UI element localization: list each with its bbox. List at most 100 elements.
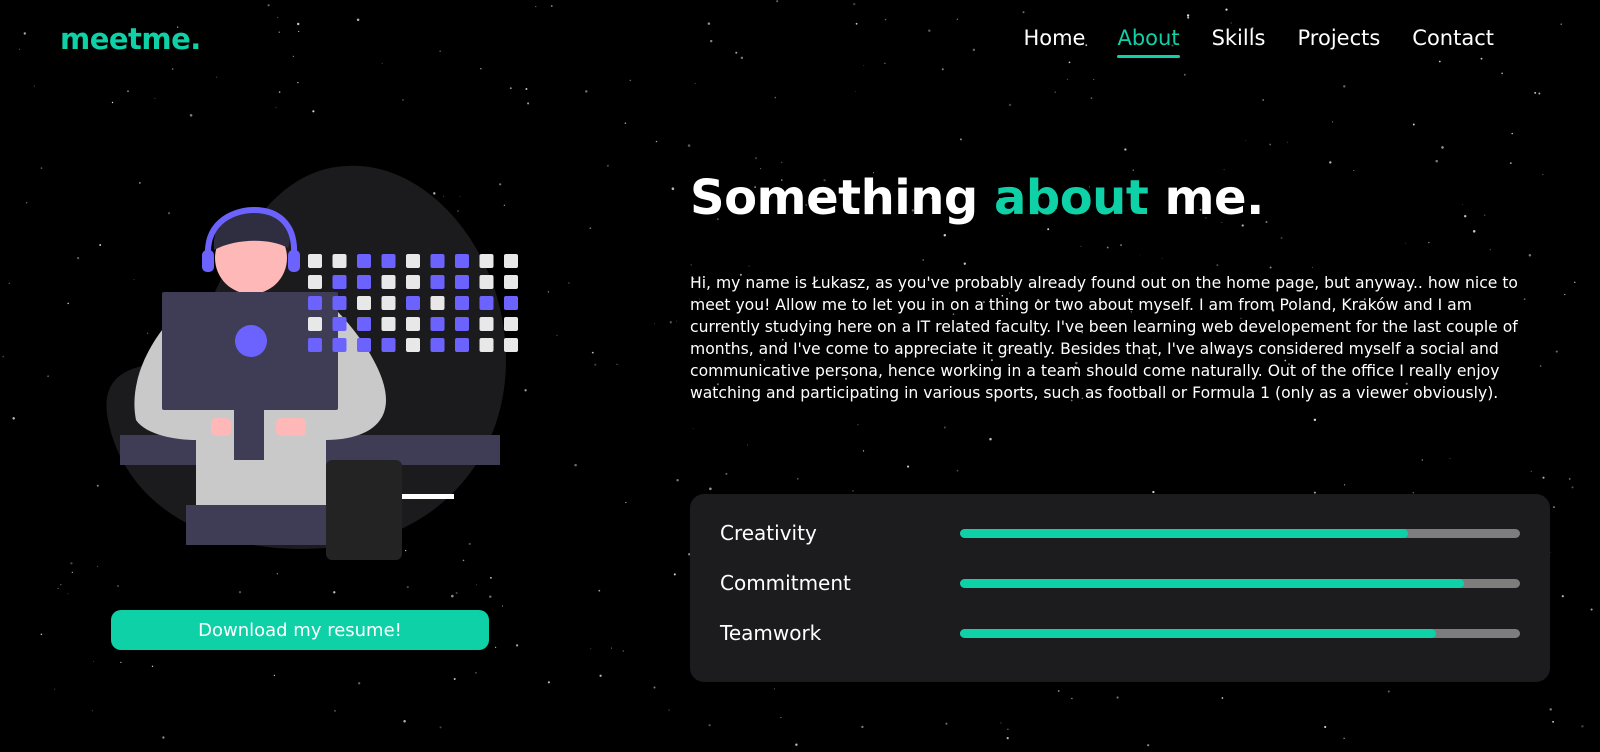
skill-row-creativity: Creativity: [720, 518, 1520, 548]
star: [1568, 478, 1571, 480]
nav-projects[interactable]: Projects: [1298, 26, 1381, 58]
star: [1116, 696, 1119, 699]
star: [594, 363, 597, 366]
pixel-square: [308, 254, 322, 268]
pixel-square: [332, 338, 347, 352]
left-hand: [211, 418, 231, 436]
star: [334, 709, 336, 712]
star: [403, 719, 406, 723]
star: [945, 722, 948, 725]
star: [67, 593, 69, 595]
star: [120, 661, 122, 664]
skill-row-commitment: Commitment: [720, 568, 1520, 598]
pixel-square: [406, 338, 420, 352]
star: [60, 584, 62, 586]
star: [525, 87, 528, 91]
pixel-square: [504, 317, 518, 331]
star: [1343, 484, 1346, 486]
star: [671, 187, 675, 190]
bio-paragraph: Hi, my name is Łukasz, as you've probabl…: [690, 274, 1518, 402]
star: [624, 122, 627, 124]
site-logo[interactable]: meetme.: [60, 22, 201, 56]
star: [1538, 92, 1541, 95]
nav-about[interactable]: About: [1117, 26, 1180, 58]
pixel-square: [357, 296, 371, 310]
star: [884, 62, 886, 65]
star: [1463, 214, 1467, 218]
star: [277, 17, 279, 18]
star: [1511, 132, 1513, 135]
star: [1007, 728, 1009, 730]
pixel-square: [308, 338, 322, 352]
star: [273, 674, 276, 677]
star: [1489, 249, 1491, 251]
star: [616, 363, 618, 365]
pixel-square: [430, 254, 445, 268]
star: [963, 262, 966, 265]
pixel-square: [455, 317, 469, 331]
star: [852, 490, 854, 492]
star: [1472, 230, 1476, 233]
pixel-square: [504, 338, 518, 352]
star: [692, 428, 694, 429]
star: [381, 62, 383, 64]
star: [928, 29, 931, 32]
pixel-square: [332, 296, 347, 310]
star: [740, 56, 744, 60]
star: [725, 472, 728, 475]
star: [1343, 85, 1346, 88]
star: [47, 375, 49, 377]
star: [776, 0, 779, 3]
star: [451, 594, 454, 598]
star: [959, 138, 962, 141]
skill-bar-track: [960, 629, 1520, 638]
right-hand: [276, 418, 306, 436]
main-nav: Home About Skills Projects Contact: [1023, 26, 1494, 58]
star: [509, 87, 512, 90]
star: [489, 576, 492, 579]
star: [622, 650, 624, 652]
star: [1147, 744, 1150, 747]
star: [862, 450, 865, 452]
star: [687, 144, 691, 147]
nav-skills[interactable]: Skills: [1212, 26, 1266, 58]
star: [853, 2, 856, 6]
star: [278, 91, 281, 93]
star: [1421, 459, 1423, 461]
star: [1561, 595, 1564, 598]
pixel-square: [381, 296, 396, 310]
star: [1006, 736, 1009, 740]
pixel-square: [430, 317, 445, 331]
star: [439, 50, 441, 52]
star: [40, 633, 43, 636]
pixel-square: [381, 275, 396, 289]
star: [676, 479, 679, 482]
star: [275, 107, 277, 109]
pixel-square: [357, 317, 371, 331]
nav-contact[interactable]: Contact: [1412, 26, 1494, 58]
star: [1438, 60, 1441, 63]
skills-card: Creativity Commitment Teamwork: [690, 494, 1550, 682]
star: [1441, 146, 1444, 149]
desk-edge: [396, 494, 454, 499]
pixel-square: [455, 275, 469, 289]
title-pre: Something: [690, 170, 994, 226]
star: [568, 282, 570, 284]
star: [1574, 281, 1576, 283]
pixel-square: [357, 254, 371, 268]
pixel-square: [308, 275, 322, 289]
skill-bar-track: [960, 579, 1520, 588]
about-page: meetme. Home About Skills Projects Conta…: [0, 0, 1600, 752]
star: [23, 32, 26, 35]
nav-home[interactable]: Home: [1023, 26, 1085, 58]
star: [172, 68, 174, 70]
download-resume-button[interactable]: Download my resume!: [111, 610, 489, 650]
star: [669, 321, 672, 324]
star: [1057, 690, 1060, 692]
star: [189, 114, 193, 117]
star: [922, 259, 924, 261]
star: [1530, 470, 1532, 472]
star: [475, 671, 477, 674]
star: [127, 90, 129, 92]
star: [653, 686, 656, 689]
